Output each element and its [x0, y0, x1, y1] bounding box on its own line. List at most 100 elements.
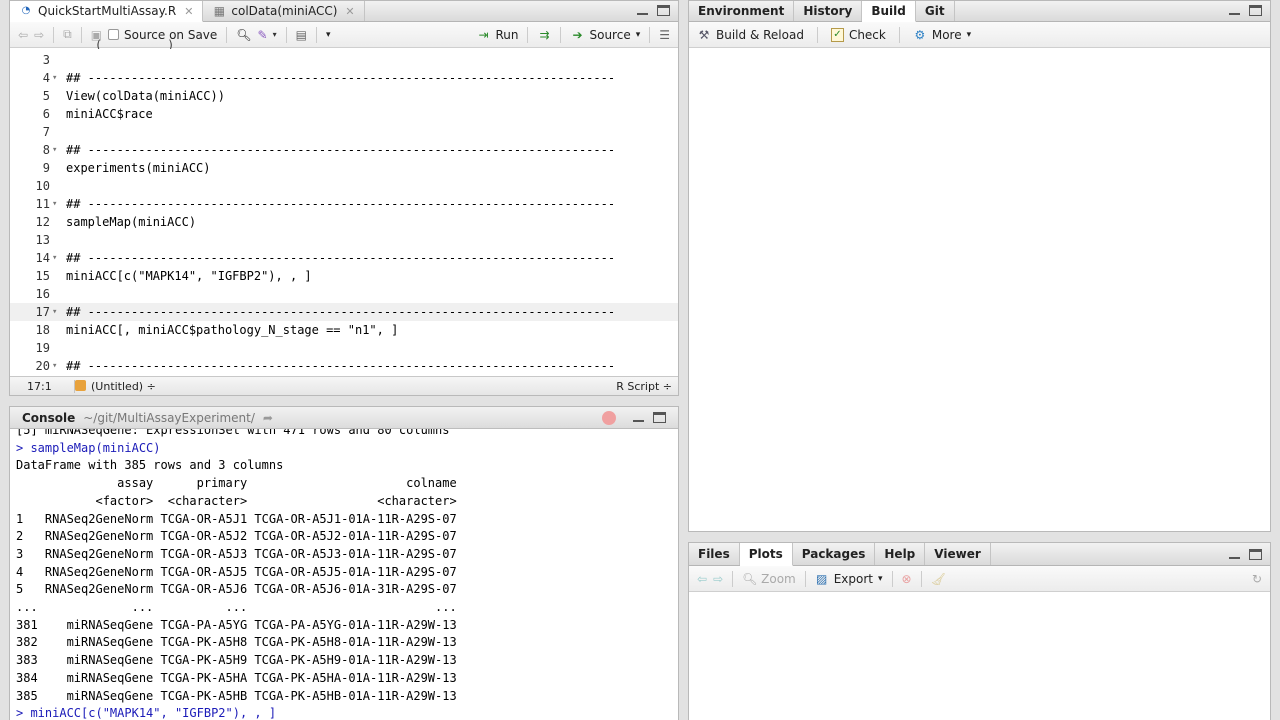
code-line[interactable]: 4 ▾ ## -----------------------------------…	[10, 69, 678, 87]
close-icon[interactable]: ✕	[184, 5, 193, 18]
code-line[interactable]: 11 ▾ ## ----------------------------------…	[10, 195, 678, 213]
tab-files-label: Files	[698, 547, 730, 561]
tab-packages[interactable]: Packages	[793, 543, 876, 565]
code-line[interactable]: 19	[10, 339, 678, 357]
code-line[interactable]: 17 ▾ ## ----------------------------------…	[10, 303, 678, 321]
scope-selector[interactable]: (Untitled) ÷	[91, 380, 156, 393]
chevron-down-icon[interactable]: ▾	[636, 30, 641, 40]
build-output[interactable]	[689, 48, 1270, 531]
tab-files[interactable]: Files	[689, 543, 740, 565]
code-line[interactable]: 5 View(colData(miniACC))	[10, 87, 678, 105]
run-button[interactable]: ⇥ Run	[476, 28, 518, 42]
line-number: 7	[42, 125, 50, 139]
code-line[interactable]: 15 miniACC[c("MAPK14", "IGFBP2"), , ]	[10, 267, 678, 285]
line-number: 10	[35, 179, 50, 193]
tab-help[interactable]: Help	[875, 543, 926, 565]
rerun-button[interactable]: ⇉	[537, 28, 551, 42]
export-button[interactable]: ▨ Export ▾	[815, 572, 882, 586]
code-line[interactable]: 8 ▾ ## -----------------------------------…	[10, 141, 678, 159]
code-line[interactable]: 16	[10, 285, 678, 303]
code-editor[interactable]: ( ) 3 4 ▾ ## ------------------------------…	[10, 39, 678, 376]
build-icon: ⚒	[698, 27, 710, 42]
code-line[interactable]: 6 miniACC$race	[10, 105, 678, 123]
maximize-icon[interactable]	[1249, 549, 1262, 560]
code-line[interactable]: 7	[10, 123, 678, 141]
forward-arrow-icon[interactable]: ⇨	[34, 28, 44, 42]
code-line[interactable]: 12 sampleMap(miniACC)	[10, 213, 678, 231]
fold-icon[interactable]: ▾	[52, 195, 57, 213]
source-button[interactable]: ➔ Source ▾	[570, 28, 640, 42]
back-arrow-icon[interactable]: ⇦	[18, 28, 28, 42]
tab-plots-label: Plots	[748, 547, 783, 561]
tab-viewer-label: Viewer	[934, 547, 981, 561]
plots-tabbar: Files Plots Packages Help Viewer	[689, 543, 1270, 566]
tab-quickstart[interactable]: ◔ QuickStartMultiAssay.R ✕	[10, 1, 204, 22]
fold-icon[interactable]: ▾	[52, 249, 57, 267]
close-icon[interactable]: ✕	[345, 5, 354, 18]
tab-history[interactable]: History	[794, 1, 863, 21]
code-line[interactable]: 20 ▾ ## ----------------------------------…	[10, 357, 678, 375]
source-arrow-icon: ➔	[572, 27, 583, 42]
fold-icon[interactable]: ▾	[52, 141, 57, 159]
minimize-icon[interactable]	[1228, 5, 1241, 16]
fold-icon[interactable]: ▾	[52, 357, 57, 375]
line-code: View(colData(miniACC))	[66, 89, 225, 103]
more-button[interactable]: ⚙ More ▾	[913, 28, 971, 42]
tab-plots[interactable]: Plots	[739, 543, 793, 566]
line-number: 11	[35, 197, 50, 211]
maximize-icon[interactable]	[657, 5, 670, 16]
line-code: ## -------------------------------------…	[66, 71, 616, 85]
forward-arrow-icon[interactable]: ⇨	[713, 572, 723, 586]
code-line[interactable]: 10	[10, 177, 678, 195]
zoom-icon: 🔍︎	[742, 571, 758, 586]
divider	[898, 26, 900, 43]
filetype-selector[interactable]: R Script ÷	[616, 380, 672, 393]
more-label: More	[931, 27, 962, 42]
compile-report-icon[interactable]: ▤	[296, 28, 307, 42]
console-pane: Console ~/git/MultiAssayExperiment/ ➦ [5…	[9, 406, 679, 720]
dropdown-icon[interactable]: ▾	[326, 30, 331, 40]
tab-git[interactable]: Git	[916, 1, 955, 21]
code-line[interactable]: 14 ▾ ## ----------------------------------…	[10, 249, 678, 267]
fold-icon[interactable]: ▾	[52, 69, 57, 87]
remove-plot-icon[interactable]: ⊗	[902, 572, 912, 586]
divider	[226, 26, 228, 43]
console-output-line: 3 RNASeq2GeneNorm TCGA-OR-A5J3 TCGA-OR-A…	[16, 546, 457, 561]
code-line[interactable]: 18 miniACC[, miniACC$pathology_N_stage ==…	[10, 321, 678, 339]
tab-build[interactable]: Build	[862, 1, 916, 22]
zoom-button[interactable]: 🔍︎ Zoom	[742, 572, 796, 586]
maximize-icon[interactable]	[653, 412, 666, 423]
go-to-directory-icon[interactable]: ➦	[263, 411, 273, 425]
minimize-icon[interactable]	[1228, 549, 1241, 560]
interrupt-icon[interactable]	[602, 410, 616, 425]
code-line[interactable]: 13	[10, 231, 678, 249]
horizontal-splitter[interactable]	[9, 396, 679, 406]
maximize-icon[interactable]	[1249, 5, 1262, 16]
tab-viewer[interactable]: Viewer	[925, 543, 991, 565]
clear-all-icon[interactable]: 🧹︎	[931, 572, 946, 586]
minimize-icon[interactable]	[636, 5, 649, 16]
console-output-line: 2 RNASeq2GeneNorm TCGA-OR-A5J2 TCGA-OR-A…	[16, 529, 457, 544]
partial-top-line: ( )	[66, 39, 175, 49]
back-arrow-icon[interactable]: ⇦	[697, 572, 707, 586]
search-icon[interactable]: 🔍︎	[236, 28, 251, 42]
tab-coldata[interactable]: ▦ colData(miniACC) ✕	[203, 1, 365, 21]
code-line[interactable]: 3	[10, 51, 678, 69]
fold-icon[interactable]: ▾	[52, 303, 57, 321]
tab-quickstart-label: QuickStartMultiAssay.R	[38, 4, 177, 18]
refresh-icon[interactable]: ↻	[1252, 572, 1262, 586]
console-title: Console	[22, 410, 76, 425]
code-line[interactable]: 9 experiments(miniACC)	[10, 159, 678, 177]
code-tools-icon[interactable]: ✎ ▾	[258, 28, 277, 42]
console-output[interactable]: [5] miRNASeqGene: ExpressionSet with 471…	[10, 429, 678, 720]
console-command: > miniACC[c("MAPK14", "IGFBP2"), , ]	[16, 706, 277, 720]
outline-icon[interactable]: ☰	[659, 28, 670, 42]
vertical-splitter[interactable]	[679, 0, 688, 720]
line-number: 19	[35, 341, 50, 355]
tab-environment[interactable]: Environment	[689, 1, 795, 21]
line-number: 18	[35, 323, 50, 337]
minimize-icon[interactable]	[632, 412, 645, 423]
check-button[interactable]: ✓ Check	[830, 27, 886, 42]
divider	[285, 26, 287, 43]
build-reload-button[interactable]: ⚒ Build & Reload	[697, 28, 804, 42]
